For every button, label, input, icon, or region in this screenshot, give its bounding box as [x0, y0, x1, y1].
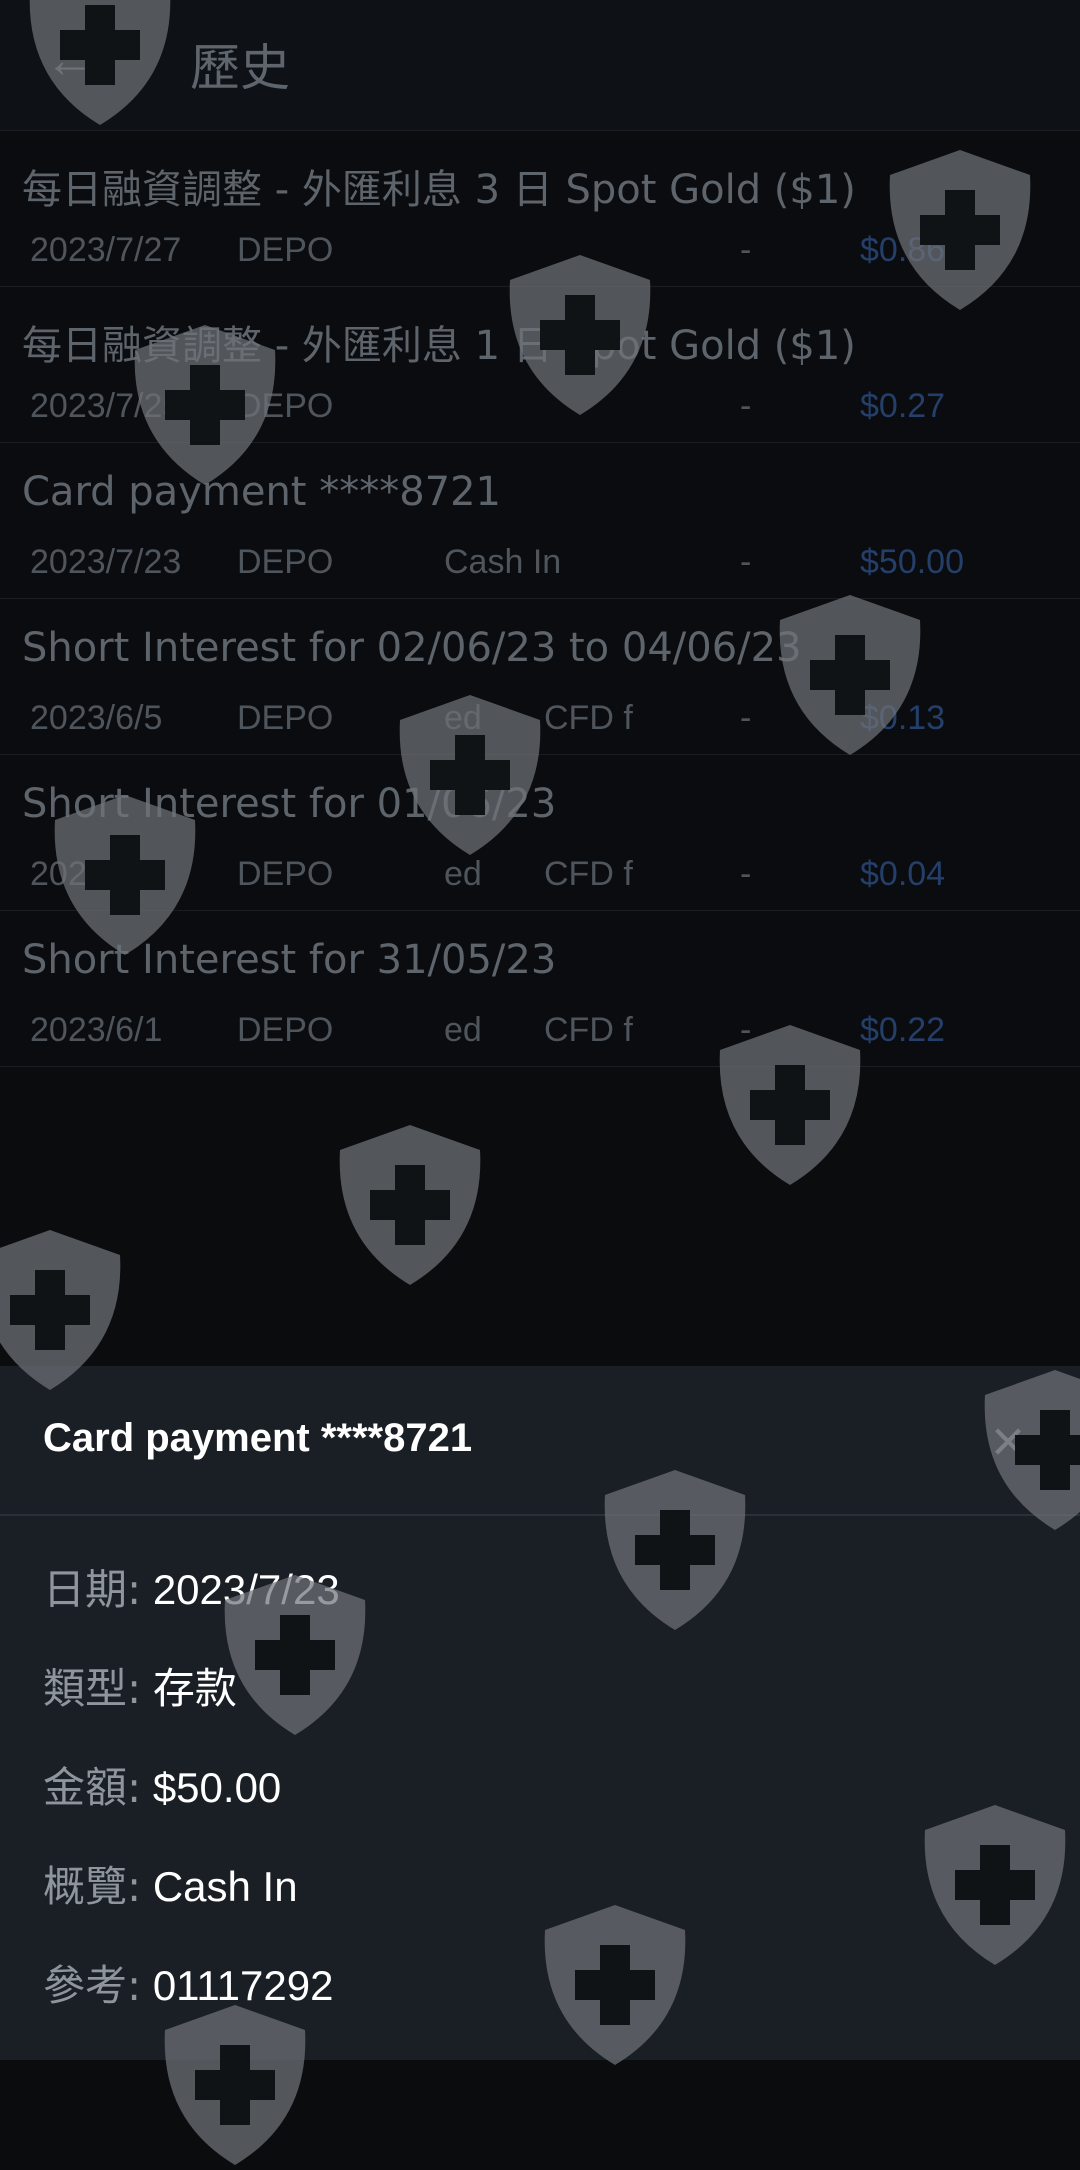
row-separator: -: [740, 699, 752, 737]
arrow-left-icon: ←: [45, 32, 95, 88]
summary-label: 概覽:: [43, 1862, 142, 1911]
close-icon: ×: [991, 1409, 1025, 1474]
reference-field: 參考: 01117292: [43, 1952, 333, 2013]
row-date: 2023/7/25: [30, 387, 182, 425]
row-date: 2023/7/27: [30, 231, 182, 269]
history-row[interactable]: 每日融資調整 - 外匯利息 3 日 Spot Gold ($1) 2023/7/…: [0, 131, 1080, 287]
history-row[interactable]: Short Interest for 02/06/23 to 04/06/23 …: [0, 599, 1080, 755]
reference-label: 參考:: [43, 1961, 142, 2010]
row-title: Short Interest for 02/06/23 to 04/06/23: [22, 625, 802, 671]
history-row[interactable]: Short Interest for 31/05/23 2023/6/1 DEP…: [0, 911, 1080, 1067]
type-label: 類型:: [43, 1664, 142, 1713]
row-date: 2023/6/5: [30, 699, 163, 737]
row-title: 每日融資調整 - 外匯利息 3 日 Spot Gold ($1): [22, 167, 856, 213]
row-amount: $0.27: [860, 387, 946, 425]
row-title: Short Interest for 31/05/23: [22, 937, 557, 983]
row-date: 2023/7/23: [30, 543, 182, 581]
row-summary: ed: [444, 1011, 482, 1049]
row-type: DEPO: [237, 543, 334, 581]
summary-field: 概覽: Cash In: [43, 1853, 298, 1914]
summary-value: Cash In: [152, 1863, 298, 1910]
row-title: 每日融資調整 - 外匯利息 1 日 Spot Gold ($1): [22, 323, 856, 369]
history-row[interactable]: Short Interest for 01/06/23 2023/6/2 DEP…: [0, 755, 1080, 911]
transaction-detail-sheet: Card payment ****8721 × 日期: 2023/7/23 類型…: [0, 1366, 1080, 2060]
row-type: DEPO: [237, 231, 334, 269]
sheet-header: Card payment ****8721 ×: [0, 1366, 1080, 1516]
type-value: 存款: [152, 1665, 237, 1712]
row-extra: CFD f: [544, 1011, 633, 1049]
row-amount: $0.22: [860, 1011, 946, 1049]
row-summary: ed: [444, 855, 482, 893]
row-type: DEPO: [237, 1011, 334, 1049]
sheet-title: Card payment ****8721: [43, 1416, 473, 1460]
shield-watermark-icon: [339, 1125, 481, 1285]
date-value: 2023/7/23: [152, 1566, 340, 1613]
row-title: Short Interest for 01/06/23: [22, 781, 557, 827]
history-row[interactable]: Card payment ****8721 2023/7/23 DEPO Cas…: [0, 443, 1080, 599]
date-label: 日期:: [43, 1565, 142, 1614]
reference-value: 01117292: [152, 1962, 334, 2009]
row-type: DEPO: [237, 855, 334, 893]
type-field: 類型: 存款: [43, 1655, 237, 1716]
row-extra: CFD f: [544, 699, 633, 737]
row-amount: $50.00: [860, 543, 964, 581]
row-amount: $0.86: [860, 231, 946, 269]
row-separator: -: [740, 1011, 752, 1049]
page-title: 歷史: [190, 39, 290, 97]
row-summary: ed: [444, 699, 482, 737]
row-type: DEPO: [237, 387, 334, 425]
row-date: 2023/6/2: [30, 855, 163, 893]
top-app-bar: ← 歷史: [0, 0, 1080, 131]
history-list: 每日融資調整 - 外匯利息 3 日 Spot Gold ($1) 2023/7/…: [0, 131, 1080, 1067]
row-separator: -: [740, 231, 752, 269]
history-row[interactable]: 每日融資調整 - 外匯利息 1 日 Spot Gold ($1) 2023/7/…: [0, 287, 1080, 443]
row-title: Card payment ****8721: [22, 469, 501, 515]
row-type: DEPO: [237, 699, 334, 737]
row-extra: CFD f: [544, 855, 633, 893]
row-separator: -: [740, 543, 752, 581]
close-button[interactable]: ×: [980, 1413, 1036, 1471]
amount-label: 金額:: [43, 1763, 142, 1812]
amount-value: $50.00: [152, 1764, 282, 1811]
date-field: 日期: 2023/7/23: [43, 1556, 340, 1617]
amount-field: 金額: $50.00: [43, 1754, 281, 1815]
back-button[interactable]: ←: [40, 30, 100, 90]
row-summary: Cash In: [444, 543, 562, 581]
row-amount: $0.04: [860, 855, 946, 893]
row-amount: $0.13: [860, 699, 946, 737]
row-separator: -: [740, 855, 752, 893]
row-date: 2023/6/1: [30, 1011, 163, 1049]
row-separator: -: [740, 387, 752, 425]
